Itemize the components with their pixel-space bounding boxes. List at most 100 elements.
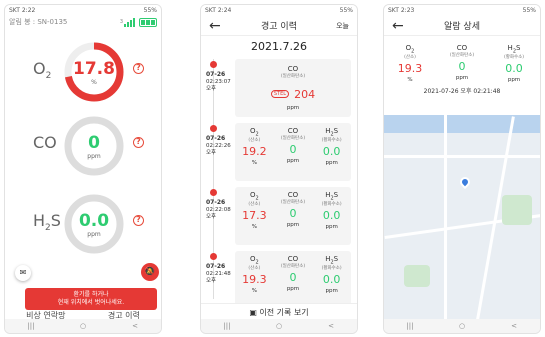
gas-gauge: 0.0 ppm: [63, 193, 125, 255]
gas-alert-card[interactable]: O2 (산소) 19.3% CO (일산화탄소) 0 ppm H2S (황화수소) 0.…: [235, 251, 351, 309]
o2-value: 19.2: [242, 145, 267, 159]
alert-dot: [210, 253, 217, 260]
help-icon[interactable]: ?: [133, 63, 144, 74]
gas-alert-card[interactable]: O2 (산소) 19.2% CO (일산화탄소) 0 ppm H2S (황화수소) 0.…: [235, 123, 351, 181]
previous-records-label: 이전 기록 보기: [259, 308, 309, 317]
calendar-icon: ▣: [249, 308, 257, 317]
app-bar: ← 알람 상세: [384, 16, 540, 36]
mail-icon[interactable]: ✉: [15, 265, 31, 281]
gas-unit: ppm: [87, 231, 101, 238]
alert-dot: [210, 189, 217, 196]
status-time: SKT 2:24: [205, 7, 232, 14]
gas-alert-card[interactable]: O2 (산소) 17.3% CO (일산화탄소) 0 ppm H2S (황화수소) 0.…: [235, 187, 351, 245]
stel-badge: STEL: [270, 89, 290, 98]
signal-icon: [124, 17, 135, 27]
co-value: 0: [458, 60, 466, 73]
entry-time: 07-26 02:23:07 오후: [206, 71, 231, 92]
back-arrow-icon[interactable]: ←: [392, 18, 412, 34]
gas-unit: ppm: [87, 153, 101, 160]
date-header: 2021.7.26: [251, 40, 307, 53]
gas-row: CO 0 ppm ?: [5, 115, 161, 185]
recent-apps-button[interactable]: |||: [21, 322, 41, 330]
o2-column: O2 (산소) 19.3 %: [392, 44, 428, 83]
alert-line-2: 현재 위치에서 벗어나세요.: [57, 299, 125, 306]
android-nav-bar: ||| ○ <: [5, 319, 161, 333]
co-value: 0: [289, 207, 297, 220]
alert-dot: [210, 125, 217, 132]
android-nav-bar: ||| ○ <: [384, 319, 540, 333]
co-column: CO (일산화탄소) 0 ppm: [444, 44, 480, 83]
device-header: 알림 봉 : SN-0135 3: [5, 16, 161, 28]
gas-gauge: 17.8 %: [63, 41, 125, 103]
device-indicators: 3: [120, 17, 157, 27]
help-icon[interactable]: ?: [133, 215, 144, 226]
home-button[interactable]: ○: [452, 322, 472, 330]
entry-time: 07-26 02:21:48 오후: [206, 263, 231, 284]
map-water: [384, 115, 540, 133]
map-road: [384, 155, 540, 158]
alarm-summary: O2 (산소) 19.3 % CO (일산화탄소) 0 ppm H2S (황화수…: [384, 36, 540, 114]
o2-value: 17.3: [242, 209, 267, 223]
recent-apps-button[interactable]: |||: [217, 322, 237, 330]
gas-value: 0.0: [78, 211, 110, 231]
co-alert-card[interactable]: CO (일산화탄소) STEL 204 ppm: [235, 59, 351, 117]
history-entry[interactable]: 07-26 02:23:07 오후 CO (일산화탄소) STEL 204 ppm: [201, 59, 357, 121]
entry-time: 07-26 02:22:08 오후: [206, 199, 231, 220]
map-park: [502, 195, 532, 225]
h2s-value: 0.0: [322, 273, 341, 287]
history-entry[interactable]: 07-26 02:22:08 오후 O2 (산소) 17.3% CO (일산화탄소) 0…: [201, 187, 357, 249]
help-icon[interactable]: ?: [133, 137, 144, 148]
back-nav-button[interactable]: <: [321, 322, 341, 330]
o2-value: 19.3: [397, 62, 423, 76]
phone-alarm-detail-screen: SKT 2:23 55% ← 알람 상세 O2 (산소) 19.3 % CO (…: [383, 4, 541, 334]
gas-value: 17.8: [73, 59, 115, 79]
co-value: 0: [289, 271, 297, 284]
status-bar: SKT 2:22 55%: [5, 5, 161, 16]
co-value: 204: [294, 88, 316, 101]
gas-unit: %: [91, 79, 97, 86]
status-bar: SKT 2:24 55%: [201, 5, 357, 16]
page-title: 알람 상세: [444, 22, 480, 32]
entry-time: 07-26 02:22:26 오후: [206, 135, 231, 156]
status-battery: 55%: [339, 7, 353, 14]
alert-line-1: 환기를 하거나: [73, 291, 109, 298]
co-value: 0: [289, 143, 297, 156]
alert-banner[interactable]: 환기를 하거나 현재 위치에서 벗어나세요.: [25, 288, 157, 310]
android-nav-bar: ||| ○ <: [201, 319, 357, 333]
phone-history-screen: SKT 2:24 55% ← 경고 이력 오늘 2021.7.26 07-26 0…: [200, 4, 358, 334]
app-bar: ← 경고 이력 오늘: [201, 16, 357, 36]
bell-off-icon[interactable]: 🔕: [141, 263, 159, 281]
home-button[interactable]: ○: [269, 322, 289, 330]
recent-apps-button[interactable]: |||: [400, 322, 420, 330]
o2-value: 19.3: [242, 273, 267, 287]
status-time: SKT 2:23: [388, 7, 415, 14]
today-button[interactable]: 오늘: [329, 21, 349, 31]
map-park: [404, 265, 430, 287]
gas-name: O2: [33, 59, 52, 82]
back-nav-button[interactable]: <: [504, 322, 524, 330]
gas-gauge: 0 ppm: [63, 115, 125, 177]
status-battery: 55%: [522, 7, 536, 14]
status-bar: SKT 2:23 55%: [384, 5, 540, 16]
battery-icon: [139, 17, 157, 27]
location-pin-icon[interactable]: [457, 174, 473, 190]
gas-name: CO: [33, 133, 57, 152]
h2s-value: 0.0: [322, 209, 341, 223]
alert-dot: [210, 61, 217, 68]
h2s-value: 0.0: [505, 62, 523, 76]
status-battery: 55%: [143, 7, 157, 14]
gas-value: 0: [88, 133, 100, 153]
back-arrow-icon[interactable]: ←: [209, 18, 229, 34]
home-button[interactable]: ○: [73, 322, 93, 330]
page-title: 경고 이력: [261, 22, 297, 32]
alarm-timestamp: 2021-07-26 오후 02:21:48: [423, 88, 501, 96]
history-entry[interactable]: 07-26 02:22:26 오후 O2 (산소) 19.2% CO (일산화탄소) 0…: [201, 123, 357, 185]
gas-row: H2S 0.0 ppm ?: [5, 193, 161, 263]
back-nav-button[interactable]: <: [125, 322, 145, 330]
status-time: SKT 2:22: [9, 7, 36, 14]
h2s-value: 0.0: [322, 145, 341, 159]
location-map[interactable]: [384, 115, 540, 321]
device-label: 알림 봉 : SN-0135: [9, 18, 68, 26]
phone-monitor-screen: SKT 2:22 55% 알림 봉 : SN-0135 3 O2 17.8 % …: [4, 4, 162, 334]
map-road: [444, 115, 447, 321]
